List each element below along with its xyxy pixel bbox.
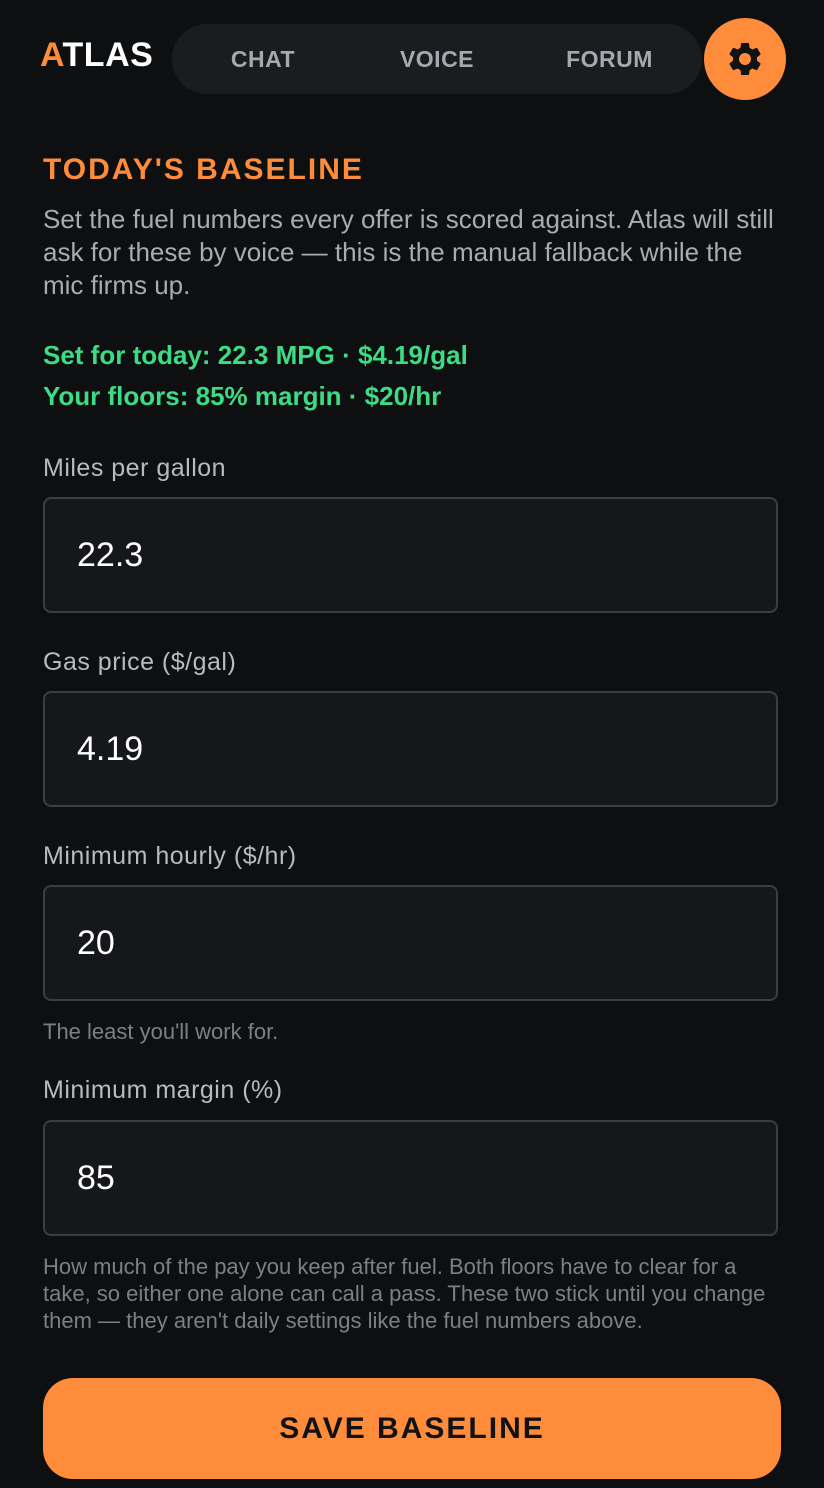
tab-chat[interactable]: CHAT [202,24,324,94]
min-hourly-input[interactable] [43,885,778,1001]
status-today: Set for today: 22.3 MPG · $4.19/gal [43,340,468,370]
app-header: ATLAS CHAT VOICE FORUM [0,0,824,120]
mpg-input[interactable] [43,497,778,613]
status-floors: Your floors: 85% margin · $20/hr [43,381,442,411]
gear-icon [729,42,761,75]
mpg-label: Miles per gallon [43,454,227,482]
logo-accent-letter: A [40,36,63,74]
min-hourly-label: Minimum hourly ($/hr) [43,842,297,870]
gas-price-input[interactable] [43,691,778,807]
gas-price-label: Gas price ($/gal) [43,648,237,676]
settings-button[interactable] [704,18,786,100]
min-hourly-hint: The least you'll work for. [43,1019,279,1044]
section-title: TODAY'S BASELINE [43,153,364,186]
intro-text: Set the fuel numbers every offer is scor… [43,204,774,300]
tab-forum[interactable]: FORUM [547,24,672,94]
min-margin-hint: How much of the pay you keep after fuel.… [43,1254,766,1333]
tab-voice[interactable]: VOICE [377,24,497,94]
min-margin-input[interactable] [43,1120,778,1236]
logo-text: TLAS [62,36,154,74]
app-logo: ATLAS [40,36,153,75]
min-margin-label: Minimum margin (%) [43,1076,283,1104]
save-baseline-button[interactable]: SAVE BASELINE [43,1378,781,1479]
tab-bar: CHAT VOICE FORUM [172,24,702,94]
